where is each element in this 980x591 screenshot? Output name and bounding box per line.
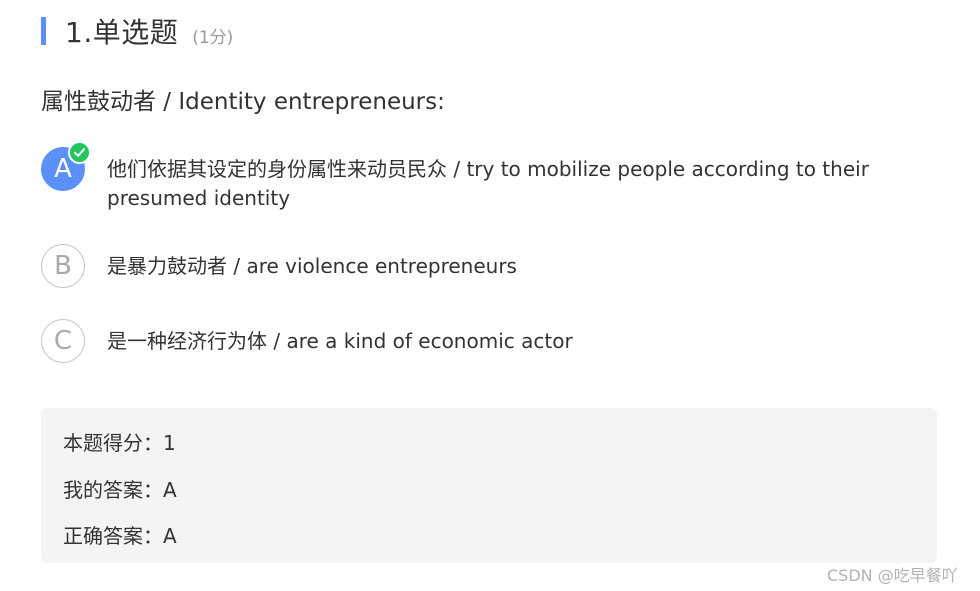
option-b-circle[interactable]: B xyxy=(41,244,85,288)
option-a-circle[interactable]: A xyxy=(41,141,91,191)
option-a-text: 他们依据其设定的身份属性来动员民众 / try to mobilize peop… xyxy=(107,157,869,210)
check-icon xyxy=(68,141,91,164)
option-b[interactable]: B 是暴力鼓动者 / are violence entrepreneurs xyxy=(41,244,877,288)
option-a[interactable]: A 他们依据其设定的身份属性来动员民众 / try to mobilize pe… xyxy=(41,141,877,213)
question-points: (1分) xyxy=(192,27,234,48)
watermark: CSDN @吃早餐吖 xyxy=(827,566,958,585)
question-header: 1.单选题 (1分) xyxy=(41,14,234,49)
option-c-letter: C xyxy=(53,326,73,356)
question-stem: 属性鼓动者 / Identity entrepreneurs: xyxy=(41,89,445,115)
option-c-text: 是一种经济行为体 / are a kind of economic actor xyxy=(107,329,573,353)
option-b-text: 是暴力鼓动者 / are violence entrepreneurs xyxy=(107,254,517,278)
my-answer-text: 我的答案：A xyxy=(63,478,177,502)
result-panel: 本题得分：1 我的答案：A 正确答案：A xyxy=(41,408,937,563)
option-c-circle[interactable]: C xyxy=(41,319,85,363)
option-b-letter: B xyxy=(54,251,72,281)
title-accent-bar xyxy=(41,17,46,45)
score-text: 本题得分：1 xyxy=(63,431,176,455)
question-title: 1.单选题 xyxy=(65,16,179,49)
option-c[interactable]: C 是一种经济行为体 / are a kind of economic acto… xyxy=(41,319,877,363)
correct-answer-text: 正确答案：A xyxy=(63,524,177,548)
